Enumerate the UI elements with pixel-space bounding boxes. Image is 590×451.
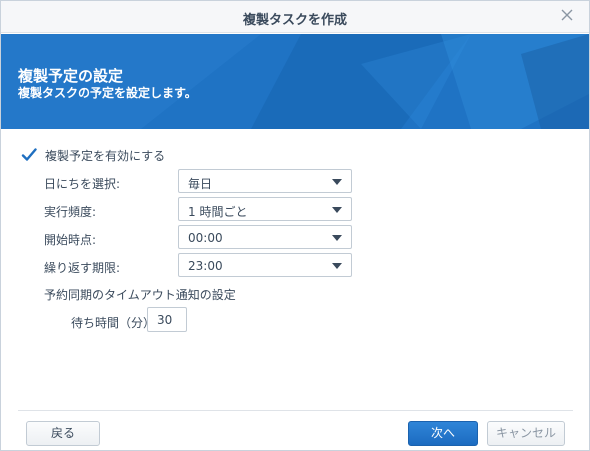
- day-select[interactable]: 毎日: [178, 169, 352, 193]
- chevron-down-icon: [332, 235, 342, 241]
- wait-time-label: 待ち時間（分）: [71, 316, 156, 330]
- repeat-until-select-value: 23:00: [188, 259, 223, 273]
- header-banner: 複製予定の設定 複製タスクの予定を設定します。: [1, 34, 589, 129]
- chevron-down-icon: [332, 207, 342, 213]
- title-bar: 複製タスクを作成: [1, 1, 589, 33]
- repeat-until-select[interactable]: 23:00: [178, 253, 352, 277]
- frequency-select-value: 1 時間ごと: [188, 205, 248, 219]
- create-replication-task-dialog: 複製タスクを作成 複製予定の設定 複製タスクの予定を設定します。 複製予定を有効…: [0, 0, 590, 451]
- enable-schedule-label: 複製予定を有効にする: [45, 148, 166, 163]
- enable-schedule-checkbox[interactable]: [21, 147, 37, 163]
- checkmark-icon: [21, 148, 37, 161]
- repeat-until-label: 繰り返す期限:: [44, 261, 121, 275]
- banner-title: 複製予定の設定: [18, 67, 124, 85]
- back-button[interactable]: 戻る: [26, 421, 100, 446]
- wait-time-input[interactable]: [147, 307, 187, 332]
- footer-divider: [18, 410, 573, 411]
- chevron-down-icon: [332, 263, 342, 269]
- banner-subtitle: 複製タスクの予定を設定します。: [18, 86, 197, 100]
- close-icon[interactable]: [559, 7, 575, 23]
- start-time-label: 開始時点:: [44, 233, 97, 247]
- next-button[interactable]: 次へ: [408, 421, 478, 446]
- chevron-down-icon: [332, 179, 342, 185]
- cancel-button[interactable]: キャンセル: [487, 421, 565, 446]
- start-time-select[interactable]: 00:00: [178, 225, 352, 249]
- day-select-label: 日にちを選択:: [44, 177, 121, 191]
- frequency-select[interactable]: 1 時間ごと: [178, 197, 352, 221]
- start-time-select-value: 00:00: [188, 231, 223, 245]
- frequency-label: 実行頻度:: [44, 205, 97, 219]
- dialog-title: 複製タスクを作成: [242, 13, 347, 28]
- enable-schedule-row[interactable]: 複製予定を有効にする: [21, 146, 165, 164]
- timeout-section-label: 予約同期のタイムアウト通知の設定: [44, 288, 236, 302]
- day-select-value: 毎日: [188, 177, 213, 191]
